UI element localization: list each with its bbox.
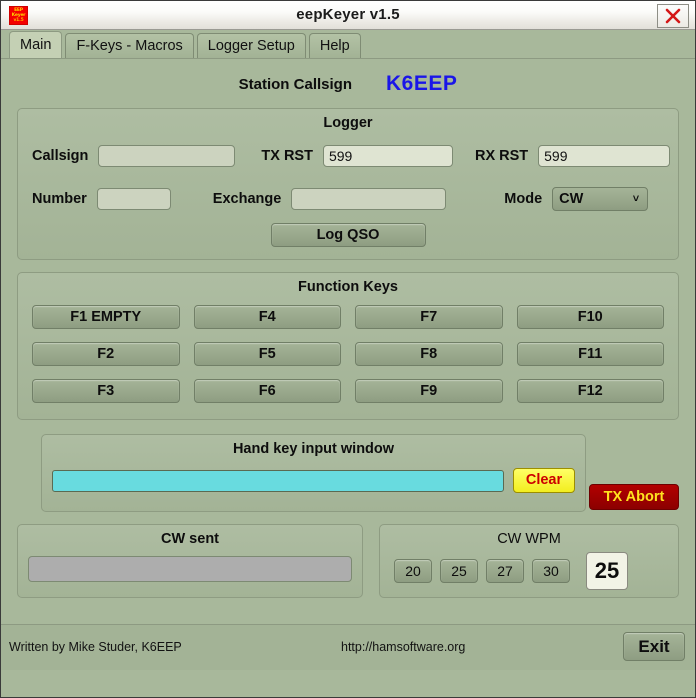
fkey-button-f4[interactable]: F4 — [193, 305, 341, 329]
station-callsign-label: Station Callsign — [238, 75, 352, 93]
cw-wpm-row: 20 25 27 30 25 — [380, 547, 678, 590]
exchange-label: Exchange — [212, 191, 282, 207]
exchange-input[interactable] — [291, 188, 447, 210]
logger-row-1: Callsign TX RST RX RST — [18, 145, 678, 167]
log-qso-button[interactable]: Log QSO — [270, 223, 426, 247]
mode-select[interactable]: CW ˅ — [552, 187, 649, 211]
hand-key-row: Clear — [42, 468, 585, 493]
fkey-button-f12[interactable]: F12 — [516, 379, 664, 403]
application-window: EEP Keyer v1.5 eepKeyer v1.5 Main F-Keys… — [0, 0, 696, 698]
callsign-input[interactable] — [98, 145, 236, 167]
number-label: Number — [32, 191, 87, 207]
tx-rst-label: TX RST — [261, 148, 313, 164]
chevron-down-icon: ˅ — [632, 193, 640, 205]
rx-rst-input[interactable] — [538, 145, 671, 167]
wpm-preset-25[interactable]: 25 — [440, 559, 478, 583]
cw-sent-field — [28, 556, 352, 582]
function-keys-group-title: Function Keys — [298, 279, 398, 295]
station-callsign-row: Station Callsign K6EEP — [1, 59, 695, 106]
function-keys-group: Function Keys F1 EMPTY F4 F7 F10 F2 F5 F… — [17, 272, 679, 420]
tx-rst-input[interactable] — [322, 145, 453, 167]
tab-help[interactable]: Help — [308, 33, 361, 58]
footer-url: http://hamsoftware.org — [341, 640, 466, 654]
close-button[interactable] — [657, 4, 689, 28]
number-input[interactable] — [96, 188, 171, 210]
fkey-button-f7[interactable]: F7 — [355, 305, 503, 329]
footer-credit: Written by Mike Studer, K6EEP — [9, 640, 182, 654]
window-title: eepKeyer v1.5 — [296, 6, 400, 23]
fkey-button-f1[interactable]: F1 EMPTY — [32, 305, 180, 329]
fkey-button-f2[interactable]: F2 — [32, 342, 180, 366]
bottom-row: CW sent CW WPM 20 25 27 30 25 — [17, 524, 679, 598]
logger-group: Logger Callsign TX RST RX RST Number Exc… — [17, 108, 679, 260]
mode-select-value: CW — [559, 191, 584, 207]
tab-main[interactable]: Main — [9, 31, 63, 58]
log-qso-row: Log QSO — [18, 223, 678, 247]
main-tab-panel: Station Callsign K6EEP Logger Callsign T… — [1, 58, 695, 670]
fkey-button-f11[interactable]: F11 — [516, 342, 664, 366]
logger-row-2: Number Exchange Mode CW ˅ — [18, 187, 678, 211]
function-keys-grid: F1 EMPTY F4 F7 F10 F2 F5 F8 F11 F3 F6 F9… — [18, 295, 678, 403]
mode-label: Mode — [504, 191, 543, 207]
fkey-button-f8[interactable]: F8 — [355, 342, 503, 366]
cw-sent-group-title: CW sent — [161, 531, 219, 547]
cw-wpm-group: CW WPM 20 25 27 30 25 — [379, 524, 679, 598]
clear-button[interactable]: Clear — [513, 468, 575, 493]
cw-wpm-group-title: CW WPM — [497, 531, 561, 547]
tab-logger-setup[interactable]: Logger Setup — [196, 33, 306, 58]
fkey-button-f9[interactable]: F9 — [355, 379, 503, 403]
fkey-button-f3[interactable]: F3 — [32, 379, 180, 403]
title-bar: EEP Keyer v1.5 eepKeyer v1.5 — [1, 1, 695, 30]
fkey-button-f10[interactable]: F10 — [516, 305, 664, 329]
tab-fkeys-macros[interactable]: F-Keys - Macros — [65, 33, 194, 58]
logger-group-title: Logger — [323, 115, 373, 131]
hand-key-area: Hand key input window Clear TX Abort — [1, 434, 695, 512]
wpm-preset-27[interactable]: 27 — [486, 559, 524, 583]
close-x-icon — [664, 7, 682, 25]
station-callsign-value: K6EEP — [385, 72, 458, 95]
tx-abort-button[interactable]: TX Abort — [589, 484, 679, 510]
footer-bar: Written by Mike Studer, K6EEP http://ham… — [1, 624, 695, 670]
fkey-button-f5[interactable]: F5 — [193, 342, 341, 366]
hand-key-input[interactable] — [52, 469, 504, 492]
hand-key-group-title: Hand key input window — [232, 441, 395, 457]
wpm-preset-30[interactable]: 30 — [532, 559, 570, 583]
cw-sent-group: CW sent — [17, 524, 363, 598]
tab-bar: Main F-Keys - Macros Logger Setup Help — [1, 30, 695, 58]
fkey-button-f6[interactable]: F6 — [193, 379, 341, 403]
exit-button[interactable]: Exit — [623, 632, 685, 661]
wpm-preset-20[interactable]: 20 — [394, 559, 432, 583]
wpm-current-display: 25 — [586, 552, 628, 590]
rx-rst-label: RX RST — [474, 148, 529, 164]
callsign-label: Callsign — [32, 148, 89, 164]
hand-key-group: Hand key input window Clear — [41, 434, 586, 512]
